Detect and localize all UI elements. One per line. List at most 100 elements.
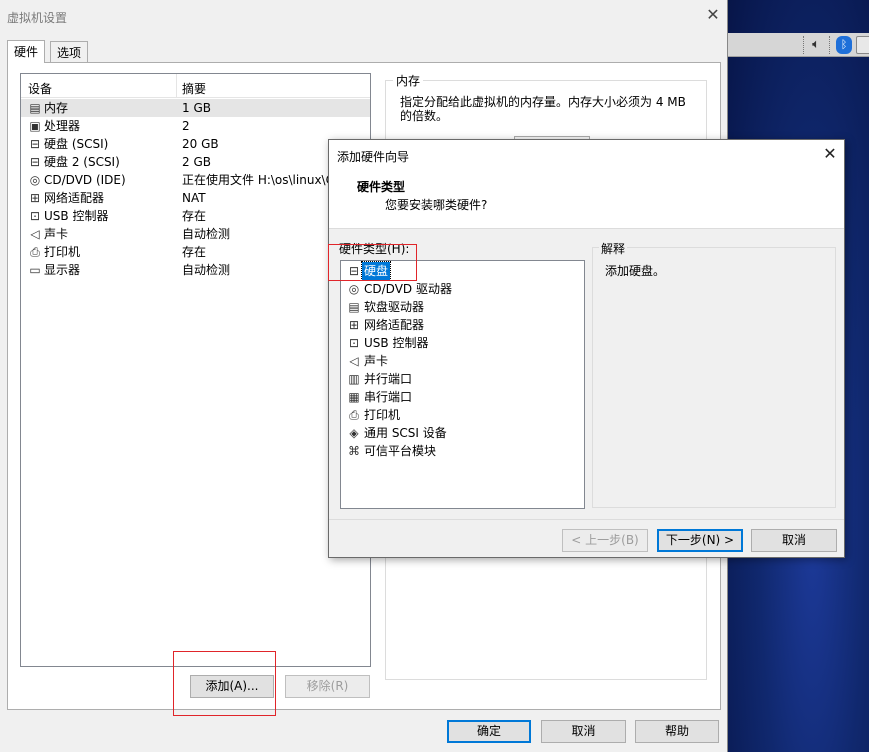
hardware-type-item[interactable]: ⌘ 可信平台模块 [346,442,438,460]
printer-icon: ⎙ [349,408,359,422]
next-button[interactable]: 下一步(N) > [657,529,743,552]
cd-dvd-icon: ◎ [29,173,41,187]
display-icon: ▭ [29,263,41,277]
volume-icon[interactable]: 🔈︎ [808,36,824,54]
trusted-platform-icon: ⌘ [348,444,360,458]
divider [329,519,844,520]
device-summary: 存在 [182,209,207,223]
hardware-type-label-text: 串行端口 [364,390,413,404]
explanation-group [592,247,836,508]
hardware-type-label-text: 并行端口 [364,372,413,386]
network-adapter-icon: ⊞ [348,318,360,332]
hardware-type-label-text: 软盘驱动器 [364,300,425,314]
bluetooth-icon[interactable]: ᛒ [836,36,852,54]
hardware-type-item[interactable]: ◎ CD/DVD 驱动器 [346,280,454,298]
cancel-button[interactable]: 取消 [541,720,626,743]
memory-description: 指定分配给此虚拟机的内存量。内存大小必须为 4 MB 的倍数。 [400,95,700,123]
hardware-type-item[interactable]: ⎙ 打印机 [346,406,402,424]
device-row[interactable]: ▭ 显示器 自动检测 [21,261,370,279]
device-summary: NAT [182,191,206,205]
floppy-icon: ▤ [348,300,360,314]
sound-card-icon: ◁ [30,227,40,241]
window-title: 虚拟机设置 [7,11,68,25]
sound-card-icon: ◁ [349,354,359,368]
device-list[interactable]: 设备 摘要 ▤ 内存 1 GB ▣ 处理器 2 ⊟ 硬盘 (SCSI) 20 GB ⊟ 硬盘 2 (… [20,73,371,667]
device-row[interactable]: ⎙ 打印机 存在 [21,243,370,261]
device-name: 内存 [44,101,69,115]
device-row[interactable]: ▣ 处理器 2 [21,117,370,135]
hardware-type-item[interactable]: ⊞ 网络适配器 [346,316,426,334]
back-button[interactable]: < 上一步(B) [562,529,648,552]
hard-disk-icon: ⊟ [348,264,360,278]
device-row[interactable]: ⊟ 硬盘 2 (SCSI) 2 GB [21,153,370,171]
device-name: 显示器 [44,263,81,277]
device-name: 声卡 [44,227,69,241]
hardware-type-label-text: USB 控制器 [364,336,429,350]
device-name: 处理器 [44,119,81,133]
hardware-type-item[interactable]: ▥ 并行端口 [346,370,414,388]
device-row[interactable]: ◁ 声卡 自动检测 [21,225,370,243]
system-tray: 🔈︎ ᛒ [728,33,869,57]
device-summary: 自动检测 [182,227,231,241]
device-summary: 正在使用文件 H:\os\linux\C [182,173,334,187]
wizard-subheading: 您要安装哪类硬件? [385,198,488,212]
explanation-title: 解释 [599,240,628,257]
column-divider[interactable] [176,74,177,98]
parallel-port-icon: ▥ [348,372,360,386]
printer-icon: ⎙ [30,245,40,259]
hard-disk-icon: ⊟ [29,137,41,151]
usb-icon: ⊡ [29,209,41,223]
tab-hardware[interactable]: 硬件 [7,40,46,63]
device-summary: 存在 [182,245,207,259]
wizard-cancel-button[interactable]: 取消 [751,529,837,552]
add-hardware-button[interactable]: 添加(A)... [190,675,274,698]
column-header-device[interactable]: 设备 [28,80,52,97]
add-hardware-wizard: 添加硬件向导 ✕ 硬件类型 您要安装哪类硬件? 硬件类型(H): ⊟ 硬盘 ◎ CD/… [328,139,845,558]
cd-dvd-icon: ◎ [348,282,360,296]
usb-icon: ⊡ [348,336,360,350]
device-summary: 1 GB [182,101,211,115]
memory-description-line: 指定分配给此虚拟机的内存量。内存大小必须为 4 MB [400,95,686,109]
device-summary: 2 GB [182,155,211,169]
hardware-type-list[interactable]: ⊟ 硬盘 ◎ CD/DVD 驱动器 ▤ 软盘驱动器 ⊞ 网络适配器 ⊡ USB 控制器 ◁ 声卡 ▥ 并行… [340,260,585,509]
network-adapter-icon: ⊞ [29,191,41,205]
device-row[interactable]: ⊟ 硬盘 (SCSI) 20 GB [21,135,370,153]
device-row[interactable]: ▤ 内存 1 GB [21,99,370,117]
column-header-summary[interactable]: 摘要 [182,80,206,97]
hardware-type-item[interactable]: ▤ 软盘驱动器 [346,298,426,316]
help-button[interactable]: 帮助 [635,720,719,743]
device-name: 打印机 [44,245,81,259]
explanation-text: 添加硬盘。 [605,264,666,278]
close-icon[interactable]: ✕ [821,145,839,163]
device-name: USB 控制器 [44,209,109,223]
device-summary: 20 GB [182,137,219,151]
hardware-type-label-text: 可信平台模块 [364,444,437,458]
tray-separator [829,36,831,54]
hardware-type-item[interactable]: ▦ 串行端口 [346,388,414,406]
device-name: CD/DVD (IDE) [44,173,126,187]
hardware-type-item[interactable]: ◈ 通用 SCSI 设备 [346,424,449,442]
device-row[interactable]: ◎ CD/DVD (IDE) 正在使用文件 H:\os\linux\C [21,171,370,189]
ok-button[interactable]: 确定 [447,720,531,743]
hardware-type-item[interactable]: ⊟ 硬盘 [346,261,392,281]
hardware-type-item[interactable]: ◁ 声卡 [346,352,390,370]
device-row[interactable]: ⊡ USB 控制器 存在 [21,207,370,225]
wizard-heading: 硬件类型 [357,180,406,194]
tab-options[interactable]: 选项 [50,41,89,62]
remove-hardware-button[interactable]: 移除(R) [285,675,370,698]
close-icon[interactable]: ✕ [704,6,722,24]
hardware-type-label-text: 硬盘 [360,261,392,281]
hardware-type-label-text: 打印机 [364,408,401,422]
device-name: 网络适配器 [44,191,105,205]
wizard-header: 添加硬件向导 ✕ 硬件类型 您要安装哪类硬件? [329,140,844,229]
hardware-type-label-text: 通用 SCSI 设备 [364,426,447,440]
device-summary: 自动检测 [182,263,231,277]
device-row[interactable]: ⊞ 网络适配器 NAT [21,189,370,207]
memory-description-line: 的倍数。 [400,109,449,123]
memory-icon: ▤ [29,101,41,115]
device-name: 硬盘 (SCSI) [44,137,109,151]
hardware-type-label-text: CD/DVD 驱动器 [364,282,452,296]
hardware-type-item[interactable]: ⊡ USB 控制器 [346,334,430,352]
tray-app-icon[interactable] [856,36,869,54]
tray-separator [803,36,805,54]
